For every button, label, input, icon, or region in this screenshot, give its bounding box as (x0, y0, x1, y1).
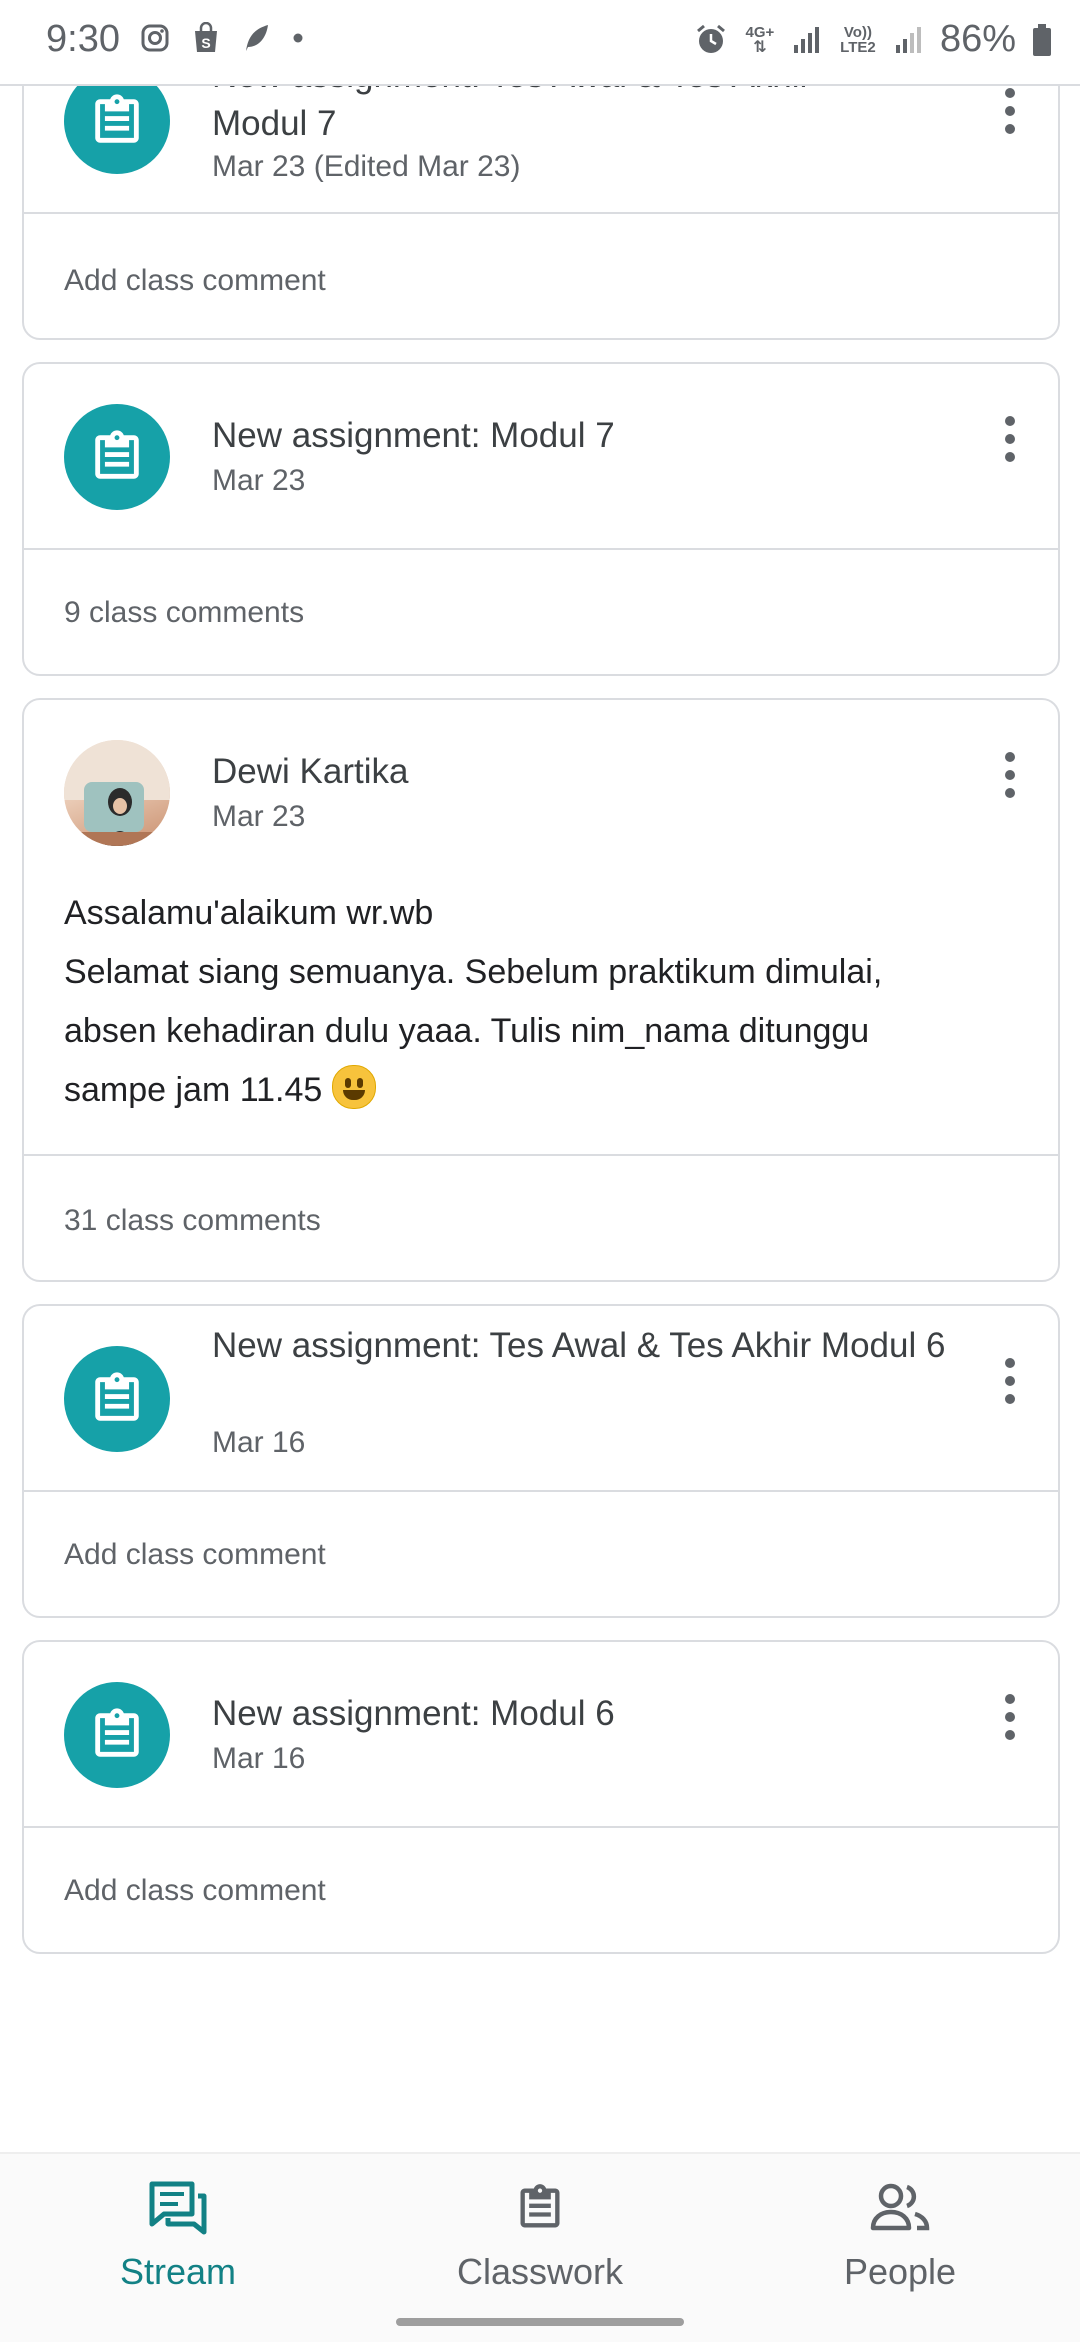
more-options-icon[interactable] (1004, 416, 1016, 462)
post-body-line: absen kehadiran dulu yaaa. Tulis nim_nam… (64, 1012, 870, 1050)
signal-icon (793, 26, 819, 53)
assignment-title: New assignment: Modul 7 (212, 416, 615, 455)
nav-people[interactable]: People (780, 2180, 1020, 2293)
announcement-card[interactable]: Dewi Kartika Mar 23 Assalamu'alaikum wr.… (22, 698, 1060, 1282)
instagram-icon (141, 24, 169, 52)
assignment-icon (64, 404, 170, 510)
network-type-label: 4G+ (745, 23, 775, 41)
signal-2-icon (895, 26, 921, 53)
assignment-date: Mar 16 (212, 1742, 306, 1775)
assignment-icon (64, 1346, 170, 1452)
assignment-date: Mar 23 (Edited Mar 23) (212, 150, 521, 183)
people-icon (870, 2183, 930, 2231)
assignment-card[interactable]: New assignment: Tes Awal & Tes Akhir Mod… (22, 1304, 1060, 1618)
nav-people-label: People (843, 2251, 957, 2292)
post-body-line: Assalamu'alaikum wr.wb (64, 894, 434, 932)
alarm-icon (696, 24, 725, 53)
assignment-title: New assignment: Tes Awal & Tes Akhir Mod… (212, 1326, 946, 1365)
more-notifications-dot-icon (293, 33, 303, 43)
classwork-icon (520, 2184, 560, 2228)
divider (24, 212, 1058, 214)
leaf-icon (246, 25, 268, 51)
nav-stream-label: Stream (119, 2251, 237, 2292)
divider (24, 1826, 1058, 1828)
add-class-comment[interactable]: Add class comment (64, 1538, 326, 1572)
post-body: Assalamu'alaikum wr.wb Selamat siang sem… (64, 884, 1018, 1120)
add-class-comment[interactable]: Add class comment (64, 264, 326, 298)
nav-classwork-label: Classwork (456, 2251, 624, 2292)
nav-classwork[interactable]: Classwork (420, 2180, 660, 2293)
class-comments-link[interactable]: 31 class comments (64, 1204, 321, 1238)
more-options-icon[interactable] (1004, 1694, 1016, 1740)
add-class-comment[interactable]: Add class comment (64, 1874, 326, 1908)
author-avatar (64, 740, 170, 846)
post-date: Mar 23 (212, 800, 306, 833)
status-bar: 9:30 S 4G+ ⇅ Vo)) LTE2 86% (0, 0, 1080, 86)
nav-stream[interactable]: Stream (58, 2180, 298, 2293)
post-body-text: sampe jam 11.45 (64, 1071, 323, 1109)
network-4g-indicator: 4G+ ⇅ (745, 23, 775, 56)
post-body-line: sampe jam 11.45 (64, 1061, 1018, 1120)
volte-indicator: Vo)) LTE2 (838, 25, 878, 55)
system-icons: 4G+ ⇅ Vo)) LTE2 86% (694, 18, 1052, 61)
assignment-card[interactable]: New assignment: Modul 7 Mar 23 9 class c… (22, 362, 1060, 676)
divider (24, 548, 1058, 550)
volte-label: Vo)) (843, 23, 872, 41)
class-comments-link[interactable]: 9 class comments (64, 596, 304, 630)
assignment-card[interactable]: New assignment: Modul 6 Mar 16 Add class… (22, 1640, 1060, 1954)
notification-icons: S (140, 22, 304, 54)
more-options-icon[interactable] (1004, 88, 1016, 134)
gesture-home-bar[interactable] (396, 2318, 684, 2326)
divider (24, 1154, 1058, 1156)
status-time: 9:30 (46, 18, 120, 60)
more-options-icon[interactable] (1004, 752, 1016, 798)
grinning-face-emoji-icon (331, 1065, 376, 1109)
bottom-navigation: Stream Classwork People (0, 2152, 1080, 2342)
post-body-line: Selamat siang semuanya. Sebelum praktiku… (64, 953, 883, 991)
shopping-bag-icon: S (195, 22, 217, 52)
svg-text:S: S (201, 35, 210, 51)
author-name: Dewi Kartika (212, 752, 409, 791)
assignment-icon (64, 1682, 170, 1788)
assignment-date: Mar 16 (212, 1426, 306, 1459)
battery-icon (1033, 23, 1051, 56)
lte-label: LTE2 (840, 38, 876, 56)
battery-percent: 86% (939, 18, 1016, 60)
stream-icon (149, 2181, 207, 2235)
assignment-title-line2: Modul 7 (212, 104, 337, 143)
divider (24, 1490, 1058, 1492)
assignment-title: New assignment: Modul 6 (212, 1694, 615, 1733)
more-options-icon[interactable] (1004, 1358, 1016, 1404)
assignment-date: Mar 23 (212, 464, 306, 497)
